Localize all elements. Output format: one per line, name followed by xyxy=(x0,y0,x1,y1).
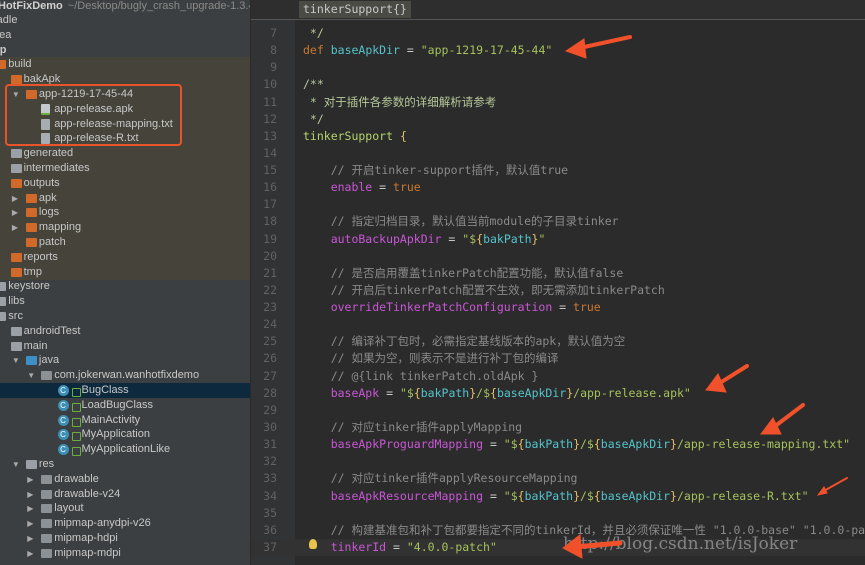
arrow-icon xyxy=(564,35,632,59)
arrow-icon xyxy=(705,364,749,393)
arrow-icon xyxy=(760,403,805,435)
arrow-icon xyxy=(562,534,623,559)
arrow-icon xyxy=(816,477,848,496)
annotation-arrows xyxy=(562,35,848,559)
